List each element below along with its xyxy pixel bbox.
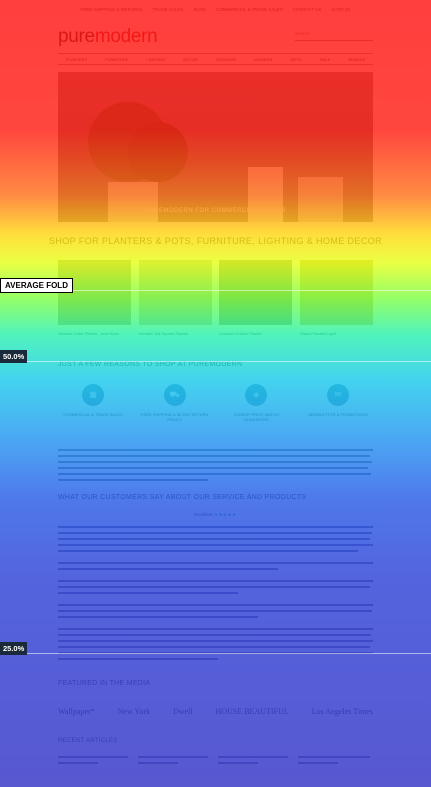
nav-item[interactable]: OUTDOOR (216, 57, 236, 62)
topbar-link[interactable]: COMMERCIAL & TRADE SALES (216, 7, 283, 12)
hero-caption: PUREMODERN FOR COMMERCIAL SPACES (144, 208, 287, 214)
topbar-link[interactable]: FREE SHIPPING & RETURNS (80, 7, 142, 12)
nav-item[interactable]: LIGHTING (146, 57, 165, 62)
cart-link[interactable]: CART (0) (332, 7, 351, 12)
reason-label: COMMERCIAL & TRADE SALES (63, 412, 123, 417)
average-fold-label: AVERAGE FOLD (0, 278, 73, 293)
topbar-link[interactable]: CONTACT US (293, 7, 322, 12)
rating-label: Excellent (194, 512, 213, 517)
product-row (58, 260, 373, 330)
press-logo: New York (117, 706, 151, 716)
reason-item[interactable]: ⛟ FREE SHIPPING & 30-DAY RETURN POLICY (140, 384, 210, 422)
reason-item[interactable]: ◈ LOWEST PRICE MATCH GUARANTEE (221, 384, 291, 422)
press-heading: FEATURED IN THE MEDIA (58, 680, 151, 687)
press-logo: Los Angeles Times (311, 706, 373, 716)
nav-item[interactable]: FURNITURE (105, 57, 128, 62)
main-nav: PLANTERS FURNITURE LIGHTING DECOR OUTDOO… (58, 53, 373, 65)
nav-item[interactable]: DECOR (183, 57, 197, 62)
product-name[interactable]: Glass Pendant Light (300, 331, 373, 337)
nav-item[interactable]: PLANTERS (66, 57, 87, 62)
product-card[interactable] (219, 260, 293, 330)
fold-label-50: 50.0% (0, 350, 28, 363)
scrollmap-page: FREE SHIPPING & RETURNS TRADE SALES BLOG… (0, 0, 431, 787)
reason-label: LOWEST PRICE MATCH GUARANTEE (233, 412, 279, 422)
trustpilot-rating[interactable]: Excellent ★★★★★ (0, 512, 431, 518)
nav-item[interactable]: GIFTS (290, 57, 302, 62)
nav-item[interactable]: BRANDS (348, 57, 365, 62)
shop-heading: SHOP FOR PLANTERS & POTS, FURNITURE, LIG… (48, 236, 383, 246)
search-input[interactable]: Search (295, 31, 373, 41)
product-image (138, 260, 212, 325)
press-logo: Dwell (173, 706, 193, 716)
product-card[interactable] (58, 260, 131, 330)
top-bar: FREE SHIPPING & RETURNS TRADE SALES BLOG… (0, 0, 431, 18)
nav-item[interactable]: MODERN (254, 57, 272, 62)
product-names: Veradek Cube Planter - Inca Hues Veradek… (58, 331, 373, 337)
testimonials-heading: WHAT OUR CUSTOMERS SAY ABOUT OUR SERVICE… (58, 494, 307, 501)
truck-icon: ⛟ (163, 384, 186, 406)
logo-part1: pure (58, 26, 95, 47)
press-logo: Wallpaper* (58, 706, 95, 716)
press-logos: Wallpaper* New York Dwell HOUSE BEAUTIFU… (58, 700, 373, 722)
blurred-article-links (58, 756, 370, 764)
reason-label: NEWSLETTER & PROMOTIONS (308, 412, 368, 417)
mail-icon: ✉ (326, 384, 349, 406)
site-logo[interactable]: puremodern (58, 26, 158, 48)
hero-plant-image (128, 122, 188, 182)
product-name[interactable]: Veradek Cube Planter - Inca Hues (58, 331, 131, 337)
product-image (219, 260, 293, 325)
building-icon: ▦ (82, 384, 104, 406)
product-card[interactable] (138, 260, 212, 330)
reasons-row: ▦ COMMERCIAL & TRADE SALES ⛟ FREE SHIPPI… (58, 384, 373, 422)
tag-icon: ◈ (245, 384, 268, 406)
articles-row (58, 754, 373, 776)
logo-part2: modern (94, 26, 158, 47)
product-name[interactable]: Lechuza Cubico Planter (219, 331, 292, 337)
fold-label-25: 25.0% (0, 642, 28, 655)
reasons-heading: JUST A FEW REASONS TO SHOP AT PUREMODERN (58, 361, 243, 368)
hero-planter-image (298, 177, 343, 222)
blurred-text-block (58, 449, 373, 481)
reason-item[interactable]: ▦ COMMERCIAL & TRADE SALES (58, 384, 128, 422)
reason-label: FREE SHIPPING & 30-DAY RETURN POLICY (141, 412, 209, 422)
nav-item[interactable]: SALE (320, 57, 330, 62)
hero-banner[interactable]: PUREMODERN FOR COMMERCIAL SPACES (58, 72, 373, 222)
reason-item[interactable]: ✉ NEWSLETTER & PROMOTIONS (303, 384, 373, 422)
product-card[interactable] (299, 260, 373, 330)
press-logo: HOUSE BEAUTIFUL (215, 706, 289, 716)
hero-planter-image (108, 182, 158, 222)
fold-line-25 (0, 653, 431, 654)
fold-line-50 (0, 361, 431, 362)
product-name[interactable]: Veradek Tall Square Planter (139, 331, 212, 337)
topbar-link[interactable]: BLOG (194, 7, 207, 12)
star-rating-icon: ★★★★★ (213, 512, 237, 517)
about-paragraph (58, 447, 373, 485)
product-image (299, 260, 373, 325)
topbar-link[interactable]: TRADE SALES (153, 7, 184, 12)
blurred-testimonials (58, 526, 374, 660)
articles-heading: RECENT ARTICLES (58, 738, 118, 744)
